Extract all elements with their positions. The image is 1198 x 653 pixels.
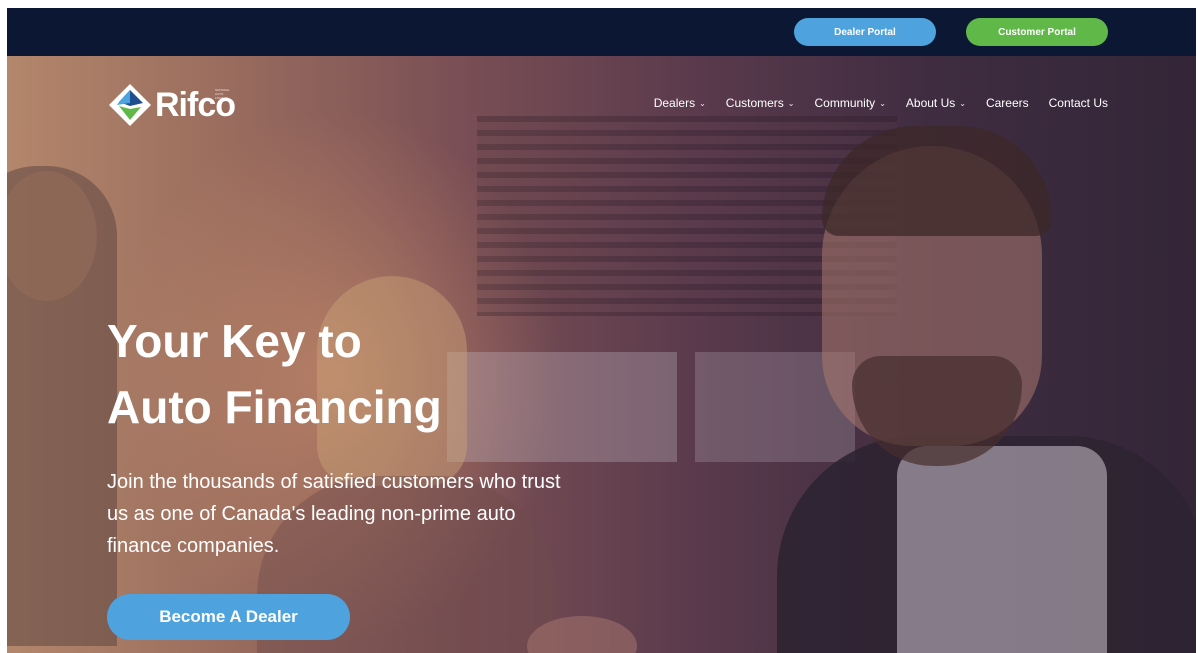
hero-headline-line2: Auto Financing (107, 381, 442, 433)
nav-item-label: Customers (725, 96, 784, 110)
dealer-portal-button[interactable]: Dealer Portal (794, 18, 936, 46)
browser-viewport: Dealer Portal Customer Portal Rifco NATI… (7, 8, 1196, 653)
chevron-down-icon: ⌄ (959, 98, 966, 108)
hero-section: Rifco NATIONAL AUTO FINANCE Dealers ⌄ Cu… (7, 56, 1196, 653)
background-person-man-shirt (897, 446, 1107, 653)
nav-item-community[interactable]: Community ⌄ (815, 96, 886, 110)
nav-item-label: Dealers (653, 96, 696, 110)
nav-item-label: Careers (985, 96, 1029, 110)
nav-item-careers[interactable]: Careers (986, 96, 1029, 110)
chevron-down-icon: ⌄ (787, 98, 795, 108)
logo-subtext: NATIONAL AUTO FINANCE (215, 88, 230, 100)
become-a-dealer-button[interactable]: Become A Dealer (107, 594, 350, 640)
nav-item-contact-us[interactable]: Contact Us (1049, 96, 1108, 110)
main-nav: Dealers ⌄ Customers ⌄ Community ⌄ About … (654, 96, 1108, 110)
nav-item-label: Contact Us (1048, 96, 1108, 110)
chevron-down-icon: ⌄ (699, 98, 706, 108)
nav-item-label: About Us (905, 96, 956, 110)
hero-headline-line1: Your Key to (107, 315, 362, 367)
nav-item-about-us[interactable]: About Us ⌄ (906, 96, 966, 110)
chevron-down-icon: ⌄ (879, 98, 886, 108)
hero-headline: Your Key to Auto Financing (107, 308, 607, 440)
rifco-logo-icon (109, 84, 151, 126)
site-logo[interactable]: Rifco NATIONAL AUTO FINANCE (107, 82, 236, 128)
customer-portal-button[interactable]: Customer Portal (966, 18, 1108, 46)
nav-item-dealers[interactable]: Dealers ⌄ (654, 96, 706, 110)
nav-item-label: Community (814, 96, 876, 110)
nav-item-customers[interactable]: Customers ⌄ (726, 96, 795, 110)
hero-lead: Join the thousands of satisfied customer… (107, 471, 561, 557)
top-utility-bar: Dealer Portal Customer Portal (7, 8, 1196, 56)
